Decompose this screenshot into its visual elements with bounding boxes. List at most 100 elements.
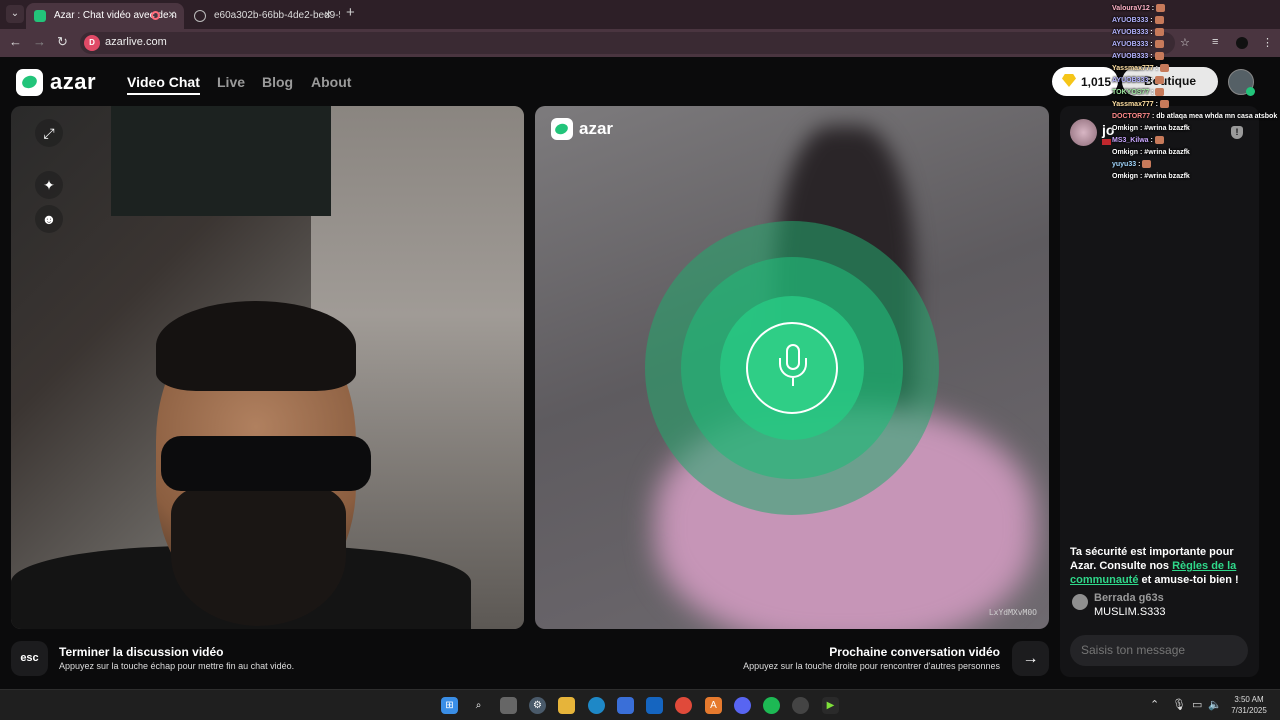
end-chat-hint: Appuyez sur la touche échap pour mettre … xyxy=(59,661,295,671)
clock-time: 3:50 AM xyxy=(1234,695,1264,704)
obs-icon[interactable] xyxy=(792,697,809,714)
overlay-chat-user: AYUOB333 xyxy=(1112,77,1149,84)
end-chat-esc-button[interactable]: esc xyxy=(11,641,48,676)
peer-video-panel: azar LxYdMXvM0O xyxy=(535,106,1049,629)
overlay-chat-user: AYUOB333 xyxy=(1112,53,1149,60)
overlay-chat-user: AYUOB333 xyxy=(1112,41,1149,48)
site-info-icon[interactable]: D xyxy=(84,35,100,51)
overlay-emote-icon xyxy=(1155,88,1165,97)
session-watermark: LxYdMXvM0O xyxy=(988,608,1037,617)
tray-overflow-icon[interactable]: ⌃ xyxy=(1150,698,1159,711)
partner-avatar[interactable] xyxy=(1070,119,1097,146)
overlay-chat-line: AYUOB333 : xyxy=(1112,27,1280,39)
streamlabs-icon[interactable]: ▶ xyxy=(822,697,839,714)
nav-blog[interactable]: Blog xyxy=(262,74,293,90)
gems-balance-button[interactable]: 1,015 xyxy=(1052,67,1118,96)
overlay-chat-user: TOKYOS77 xyxy=(1112,89,1150,96)
azar-logo-icon xyxy=(551,118,573,140)
face-filter-icon[interactable]: ☻ xyxy=(35,205,63,233)
tab-list-chevron-icon[interactable]: ⌄ xyxy=(6,5,24,23)
gems-count: 1,015 xyxy=(1081,75,1112,89)
azar-logo-icon[interactable] xyxy=(16,69,43,96)
back-icon[interactable]: ← xyxy=(9,34,22,49)
search-icon[interactable]: ⌕ xyxy=(470,697,487,714)
nav-video-chat[interactable]: Video Chat xyxy=(127,74,200,95)
globe-icon xyxy=(194,10,206,22)
close-tab-icon[interactable]: ✕ xyxy=(168,3,176,29)
overlay-chat-line: AYUOB333 : xyxy=(1112,39,1280,51)
overlay-emote-icon xyxy=(1154,40,1164,49)
overlay-chat-user: Omkign xyxy=(1112,125,1139,132)
chrome-icon[interactable] xyxy=(675,697,692,714)
gem-icon xyxy=(1062,74,1076,87)
overlay-chat-user: AYUOB333 xyxy=(1112,17,1149,24)
overlay-chat-user: DOCTOR77 xyxy=(1112,113,1150,120)
file-explorer-icon[interactable] xyxy=(558,697,575,714)
azar-logo-text[interactable]: azar xyxy=(50,69,96,95)
outlook-icon[interactable] xyxy=(646,697,663,714)
next-chat-title: Prochaine conversation vidéo xyxy=(829,645,1000,659)
tray-network-icon[interactable]: ▭ xyxy=(1192,698,1202,711)
effects-sparkle-icon[interactable]: ✦ xyxy=(35,171,63,199)
overlay-chat-separator: : xyxy=(1153,65,1160,72)
overlay-chat-line: DOCTOR77 : db atlaqa mea whda mn casa at… xyxy=(1112,111,1280,123)
overlay-emote-icon xyxy=(1159,100,1169,109)
store-icon[interactable] xyxy=(617,697,634,714)
close-tab-icon[interactable]: ✕ xyxy=(324,3,332,29)
url-text: azarlive.com xyxy=(105,36,167,48)
tray-mic-icon[interactable]: 🎙 xyxy=(1172,698,1186,711)
self-video-panel: ⤢ ✦ ☻ xyxy=(11,106,524,629)
overlay-chat-line: Omkign : #wrina bzazfk xyxy=(1112,171,1280,183)
overlay-chat-line: ValouraV12 : xyxy=(1112,3,1280,15)
new-tab-button[interactable]: + xyxy=(346,4,355,21)
mic-arc xyxy=(779,358,807,378)
overlay-chat-separator: : xyxy=(1148,29,1155,36)
partner-country-flag-icon xyxy=(1102,139,1111,145)
nav-about[interactable]: About xyxy=(311,74,351,90)
tab-title: e60a302b-66bb-4de2-bed9-5b xyxy=(214,10,340,21)
overlay-chat-separator: : xyxy=(1148,77,1155,84)
microphone-icon[interactable] xyxy=(746,322,838,414)
message-input[interactable] xyxy=(1070,635,1248,666)
forward-icon[interactable]: → xyxy=(33,34,46,49)
overlay-chat-line: Omkign : #wrina bzazfk xyxy=(1112,147,1280,159)
overlay-chat-message: #wrina bzazfk xyxy=(1144,173,1190,180)
overlay-chat-line: yuyu33 : xyxy=(1112,159,1280,171)
discord-icon[interactable] xyxy=(734,697,751,714)
tab-secondary[interactable]: e60a302b-66bb-4de2-bed9-5b ✕ xyxy=(186,3,340,29)
message-avatar xyxy=(1072,594,1088,610)
overlay-chat-separator: : xyxy=(1148,41,1155,48)
mic-stem xyxy=(792,378,794,386)
edge-browser-icon[interactable] xyxy=(588,697,605,714)
person-hair xyxy=(156,301,356,391)
task-view-icon[interactable] xyxy=(500,697,517,714)
windows-start-icon[interactable]: ⊞ xyxy=(441,697,458,714)
nav-live[interactable]: Live xyxy=(217,74,245,90)
tray-volume-icon[interactable]: 🔈 xyxy=(1208,698,1222,711)
overlay-emote-icon xyxy=(1155,4,1165,13)
safety-notice: Ta sécurité est importante pour Azar. Co… xyxy=(1070,545,1255,587)
browser-tab-bar: ⌄ Azar : Chat vidéo avec de n ✕ e60a302b… xyxy=(0,0,1280,29)
spotify-icon[interactable] xyxy=(763,697,780,714)
address-bar[interactable]: D azarlive.com xyxy=(80,32,1175,54)
next-chat-arrow-button[interactable]: → xyxy=(1012,641,1049,676)
app-a-icon[interactable]: A xyxy=(705,697,722,714)
overlay-chat-line: Yassmax777 : xyxy=(1112,63,1280,75)
person-sunglasses xyxy=(161,436,371,491)
message-text: MUSLIM.S333 xyxy=(1094,606,1166,618)
overlay-chat-user: Yassmax777 xyxy=(1112,65,1154,72)
overlay-chat-user: Omkign xyxy=(1112,173,1139,180)
overlay-chat-user: ValouraV12 xyxy=(1112,5,1150,12)
clock-date: 7/31/2025 xyxy=(1231,706,1267,715)
settings-gear-icon[interactable]: ⚙ xyxy=(529,697,546,714)
overlay-chat-user: yuyu33 xyxy=(1112,161,1137,168)
person-beard xyxy=(171,486,346,626)
system-clock[interactable]: 3:50 AM 7/31/2025 xyxy=(1224,694,1274,716)
overlay-emote-icon xyxy=(1154,28,1164,37)
background-screen xyxy=(111,106,331,216)
overlay-chat-line: TOKYOS77 : xyxy=(1112,87,1280,99)
tab-azar[interactable]: Azar : Chat vidéo avec de n ✕ xyxy=(26,3,184,29)
reload-icon[interactable]: ↻ xyxy=(57,34,68,50)
fullscreen-toggle-icon[interactable]: ⤢ xyxy=(35,119,63,147)
overlay-chat-message: #wrina bzazfk xyxy=(1144,149,1190,156)
